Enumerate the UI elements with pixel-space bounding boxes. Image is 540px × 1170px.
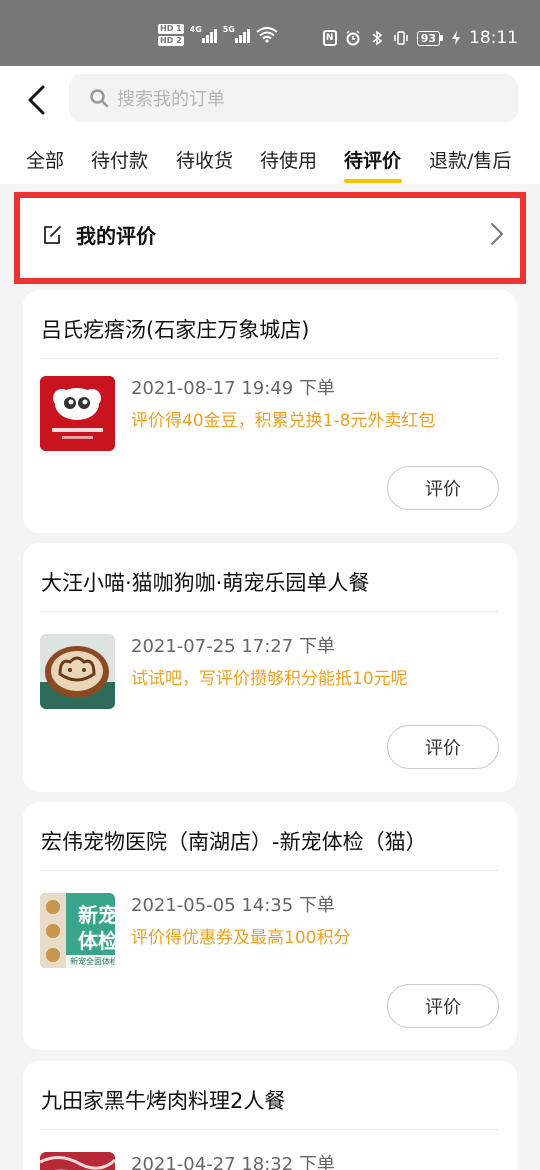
divider [41,358,499,359]
clock: 18:11 [469,28,518,48]
charging-icon [452,31,460,45]
back-button[interactable] [18,82,54,118]
edit-icon [44,225,61,244]
tab-all[interactable]: 全部 [26,146,64,173]
signal-icon: 5G [222,25,250,43]
order-time: 2021-04-27 18:32 下单 [131,1154,335,1170]
poster-text: 新宠 [78,903,115,927]
bluetooth-icon [372,30,382,46]
store-name[interactable]: 吕氏疙瘩汤(石家庄万象城店) [41,314,309,344]
review-button[interactable]: 评价 [387,466,499,510]
order-card[interactable]: 吕氏疙瘩汤(石家庄万象城店) 2021-08-17 19:49 下单 评价得40… [23,290,517,533]
order-tabs: 全部 待付款 待收货 待使用 待评价 退款/售后 [0,138,540,184]
review-reward-text: 评价得40金豆，积累兑换1-8元外卖红包 [131,411,436,431]
search-icon [90,89,109,108]
review-reward-text: 试试吧，写评价攒够积分能抵10元呢 [131,669,408,689]
vibrate-icon [393,31,408,45]
restaurant-logo-icon [40,376,115,451]
hd2-label: HD 2 [158,36,184,46]
my-reviews-label: 我的评价 [76,224,156,248]
battery-level: 93 [416,30,440,46]
order-card[interactable]: 大汪小喵·猫咖狗咖·萌宠乐园单人餐 2021-07-25 17:27 下单 试试… [23,543,517,792]
my-reviews-entry[interactable]: 我的评价 [14,192,526,284]
store-name[interactable]: 大汪小喵·猫咖狗咖·萌宠乐园单人餐 [41,567,369,597]
review-reward-text: 评价得优惠券及最高100积分 [131,928,351,948]
order-time: 2021-05-05 14:35 下单 [131,895,335,916]
signal-icon: 4G [189,25,217,43]
restaurant-logo-thumbnail[interactable] [40,376,115,451]
wifi-icon [256,27,278,43]
pet-checkup-thumbnail[interactable]: 新宠 体检 新宠全面体检 [40,893,115,968]
status-bar: HD 1 HD 2 4G 5G N 93 18:11 [0,0,540,66]
store-name[interactable]: 九田家黑牛烤肉料理2人餐 [41,1085,285,1115]
hd1-label: HD 1 [158,24,184,34]
active-tab-indicator [344,179,402,183]
raw-beef-icon [40,1152,115,1170]
network-indicators: HD 1 HD 2 4G 5G [158,24,278,46]
order-card[interactable]: 宏伟宠物医院（南湖店）-新宠体检（猫） 新宠 体检 新宠全面体检 2021-05… [23,802,517,1050]
divider [41,870,499,871]
order-card[interactable]: 九田家黑牛烤肉料理2人餐 2021-04-27 18:32 下单 [23,1061,517,1170]
latte-thumbnail[interactable] [40,634,115,709]
tab-to-review[interactable]: 待评价 [344,146,401,173]
header: 搜索我的订单 全部 待付款 待收货 待使用 待评价 退款/售后 [0,66,540,184]
divider [41,611,499,612]
search-input[interactable]: 搜索我的订单 [69,74,518,122]
poster-text: 新宠全面体检 [70,957,115,966]
network-type-label: 4G [189,25,202,34]
poster-text: 体检 [78,929,115,953]
beef-thumbnail[interactable] [40,1152,115,1170]
latte-art-icon [40,634,115,709]
nfc-icon: N [322,30,337,46]
tab-pending-delivery[interactable]: 待收货 [176,146,233,173]
network-type-label: 5G [222,25,235,34]
hd-indicator: HD 1 HD 2 [158,24,184,46]
review-button[interactable]: 评价 [387,725,499,769]
chevron-right-icon [491,223,503,245]
tab-refund[interactable]: 退款/售后 [429,146,511,173]
store-name[interactable]: 宏伟宠物医院（南湖店）-新宠体检（猫） [41,826,427,856]
battery-icon: 93 [416,30,443,46]
divider [41,1129,499,1130]
alarm-icon [346,30,360,46]
back-arrow-icon [28,85,45,115]
tab-to-use[interactable]: 待使用 [260,146,317,173]
order-time: 2021-08-17 19:49 下单 [131,378,335,399]
tab-pending-payment[interactable]: 待付款 [91,146,148,173]
search-placeholder: 搜索我的订单 [117,89,225,110]
review-button[interactable]: 评价 [387,984,499,1028]
system-indicators: N 93 18:11 [322,28,518,48]
order-time: 2021-07-25 17:27 下单 [131,636,335,657]
